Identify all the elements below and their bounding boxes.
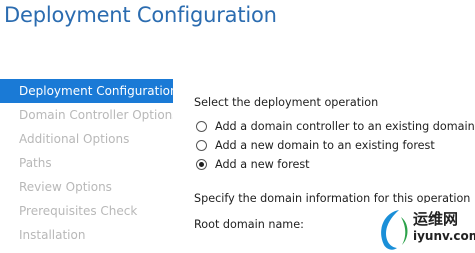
watermark-url: iyunv.com: [413, 229, 475, 243]
deployment-operation-heading: Select the deployment operation: [194, 96, 379, 109]
sidebar-item-prerequisites-check[interactable]: Prerequisites Check: [0, 199, 173, 223]
sidebar-item-additional-options[interactable]: Additional Options: [0, 127, 173, 151]
sidebar-item-deployment-configuration[interactable]: Deployment Configuration: [0, 79, 173, 103]
radio-button-selected[interactable]: [196, 159, 207, 170]
option-label: Add a domain controller to an existing d…: [215, 120, 475, 133]
watermark-logo: 运维网 iyunv.com: [373, 203, 475, 253]
option-add-domain-existing-forest[interactable]: Add a new domain to an existing forest: [196, 139, 435, 152]
option-label: Add a new forest: [215, 158, 310, 171]
sidebar-item-domain-controller-options[interactable]: Domain Controller Options: [0, 103, 173, 127]
option-label: Add a new domain to an existing forest: [215, 139, 435, 152]
watermark-brand: 运维网: [413, 210, 459, 228]
sidebar-item-review-options[interactable]: Review Options: [0, 175, 173, 199]
wizard-sidebar: Deployment Configuration Domain Controll…: [0, 79, 173, 253]
radio-button[interactable]: [196, 121, 207, 132]
sidebar-item-installation[interactable]: Installation: [0, 223, 173, 247]
radio-button[interactable]: [196, 140, 207, 151]
option-add-new-forest[interactable]: Add a new forest: [196, 158, 310, 171]
option-add-dc-existing-domain[interactable]: Add a domain controller to an existing d…: [196, 120, 475, 133]
page-title: Deployment Configuration: [4, 3, 277, 27]
sidebar-item-paths[interactable]: Paths: [0, 151, 173, 175]
root-domain-name-label: Root domain name:: [194, 218, 304, 231]
swoosh-logo-icon: [381, 210, 408, 250]
